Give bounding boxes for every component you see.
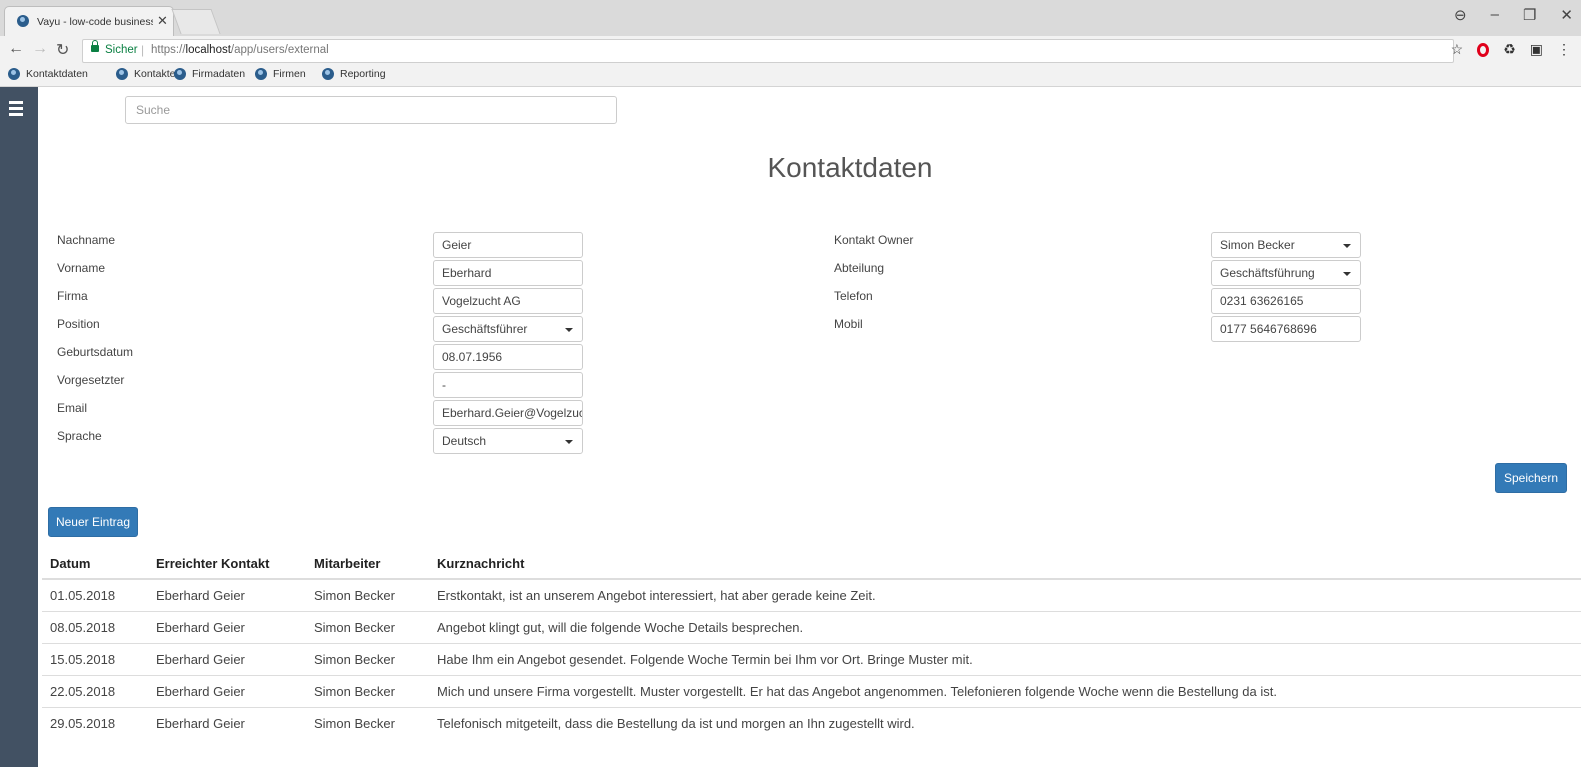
cell-kontakt: Eberhard Geier (148, 578, 306, 612)
cell-datum: 29.05.2018 (42, 707, 148, 739)
kontakt-owner-select[interactable]: Simon Becker (1211, 232, 1361, 258)
tab-close-icon[interactable]: ✕ (157, 13, 168, 29)
label-abteilung: Abteilung (834, 261, 885, 275)
sprache-select[interactable]: Deutsch (433, 428, 583, 454)
bookmarks-bar: Kontaktdaten Kontakte Firmadaten Firmen … (0, 64, 1581, 87)
geburtsdatum-field[interactable]: 08.07.1956 (433, 344, 583, 370)
browser-tab[interactable]: Vayu - low-code business ✕ (4, 6, 174, 37)
label-position: Position (57, 317, 100, 331)
activity-table: Datum Erreichter Kontakt Mitarbeiter Kur… (42, 548, 1581, 739)
menu-icon[interactable] (9, 101, 23, 119)
label-kontakt-owner: Kontakt Owner (834, 233, 914, 247)
close-window-icon[interactable]: ✕ (1560, 6, 1573, 24)
column-header-mitarbeiter[interactable]: Mitarbeiter (306, 548, 429, 580)
position-select[interactable]: Geschäftsführer (433, 316, 583, 342)
bookmark-item[interactable]: Kontakte (116, 68, 175, 80)
new-tab-button[interactable] (171, 9, 221, 34)
vorgesetzter-field[interactable]: - (433, 372, 583, 398)
browser-tab-bar (0, 0, 1581, 36)
nachname-field[interactable]: Geier (433, 232, 583, 258)
bookmark-item[interactable]: Kontaktdaten (8, 68, 88, 80)
new-entry-button[interactable]: Neuer Eintrag (48, 507, 138, 537)
cell-kurznachricht: Erstkontakt, ist an unserem Angebot inte… (429, 578, 1581, 612)
label-geburtsdatum: Geburtsdatum (57, 345, 134, 359)
cell-kontakt: Eberhard Geier (148, 643, 306, 676)
telefon-field[interactable]: 0231 63626165 (1211, 288, 1361, 314)
label-telefon: Telefon (834, 289, 873, 303)
cell-kontakt: Eberhard Geier (148, 707, 306, 739)
restore-icon[interactable]: ❐ (1523, 6, 1536, 24)
bookmark-item[interactable]: Reporting (322, 68, 386, 80)
cell-kontakt: Eberhard Geier (148, 611, 306, 644)
table-header-row: Datum Erreichter Kontakt Mitarbeiter Kur… (42, 548, 1581, 580)
search-input[interactable] (125, 96, 617, 124)
lock-icon (91, 40, 99, 52)
cell-mitarbeiter: Simon Becker (306, 643, 429, 676)
favicon-icon (322, 68, 334, 80)
cell-mitarbeiter: Simon Becker (306, 707, 429, 739)
abteilung-select[interactable]: Geschäftsführung (1211, 260, 1361, 286)
profile-icon[interactable]: ⊖ (1454, 6, 1467, 24)
cell-kurznachricht: Telefonisch mitgeteilt, dass die Bestell… (429, 707, 1581, 739)
save-button[interactable]: Speichern (1495, 463, 1567, 493)
cell-kurznachricht: Angebot klingt gut, will die folgende Wo… (429, 611, 1581, 644)
secure-label: Sicher (105, 44, 138, 56)
column-header-datum[interactable]: Datum (42, 548, 148, 580)
label-vorname: Vorname (57, 261, 106, 275)
page-title: Kontaktdaten (767, 152, 933, 183)
opera-icon[interactable] (1477, 42, 1490, 57)
cell-datum: 15.05.2018 (42, 643, 148, 676)
extension-icons: ☆ ♻ ▣ ⋮ (1451, 41, 1571, 58)
url-text: https://localhost/app/users/external (151, 44, 329, 56)
label-nachname: Nachname (57, 233, 116, 247)
firma-field[interactable]: Vogelzucht AG (433, 288, 583, 314)
cell-kontakt: Eberhard Geier (148, 675, 306, 708)
table-row[interactable]: 08.05.2018 Eberhard Geier Simon Becker A… (42, 611, 1581, 644)
column-header-kontakt[interactable]: Erreichter Kontakt (148, 548, 306, 580)
cell-datum: 22.05.2018 (42, 675, 148, 708)
recycle-icon[interactable]: ♻ (1503, 41, 1516, 58)
extension-icon[interactable]: ▣ (1530, 41, 1543, 58)
label-vorgesetzter: Vorgesetzter (57, 373, 125, 387)
cell-datum: 01.05.2018 (42, 578, 148, 612)
cell-mitarbeiter: Simon Becker (306, 675, 429, 708)
email-field[interactable]: Eberhard.Geier@Vogelzuc (433, 400, 583, 426)
column-header-kurznachricht[interactable]: Kurznachricht (429, 548, 1581, 580)
window-controls: ⊖ – ❐ ✕ (1454, 6, 1573, 24)
cell-mitarbeiter: Simon Becker (306, 578, 429, 612)
vorname-field[interactable]: Eberhard (433, 260, 583, 286)
forward-icon[interactable]: → (32, 40, 48, 58)
cell-mitarbeiter: Simon Becker (306, 611, 429, 644)
cell-kurznachricht: Mich und unsere Firma vorgestellt. Muste… (429, 675, 1581, 708)
table-row[interactable]: 01.05.2018 Eberhard Geier Simon Becker E… (42, 578, 1581, 612)
more-menu-icon[interactable]: ⋮ (1557, 41, 1571, 58)
reload-icon[interactable]: ↻ (56, 40, 69, 60)
favicon-icon (174, 68, 186, 80)
sidebar (0, 87, 38, 767)
tab-title: Vayu - low-code business (37, 16, 153, 28)
favicon-icon (8, 68, 20, 80)
star-icon[interactable]: ☆ (1451, 41, 1464, 58)
cell-kurznachricht: Habe Ihm ein Angebot gesendet. Folgende … (429, 643, 1581, 676)
cell-datum: 08.05.2018 (42, 611, 148, 644)
minimize-icon[interactable]: – (1491, 6, 1499, 24)
table-row[interactable]: 15.05.2018 Eberhard Geier Simon Becker H… (42, 643, 1581, 676)
url-separator: | (141, 43, 145, 57)
table-row[interactable]: 22.05.2018 Eberhard Geier Simon Becker M… (42, 675, 1581, 708)
label-sprache: Sprache (57, 429, 102, 443)
label-email: Email (57, 401, 88, 415)
label-firma: Firma (57, 289, 88, 303)
favicon-icon (255, 68, 267, 80)
table-row[interactable]: 29.05.2018 Eberhard Geier Simon Becker T… (42, 707, 1581, 739)
favicon-icon (116, 68, 128, 80)
back-icon[interactable]: ← (8, 40, 24, 58)
label-mobil: Mobil (834, 317, 863, 331)
bookmark-item[interactable]: Firmen (255, 68, 306, 80)
mobil-field[interactable]: 0177 5646768696 (1211, 316, 1361, 342)
address-bar[interactable]: Sicher | https://localhost/app/users/ext… (82, 39, 1454, 63)
favicon-icon (17, 15, 29, 27)
bookmark-item[interactable]: Firmadaten (174, 68, 245, 80)
